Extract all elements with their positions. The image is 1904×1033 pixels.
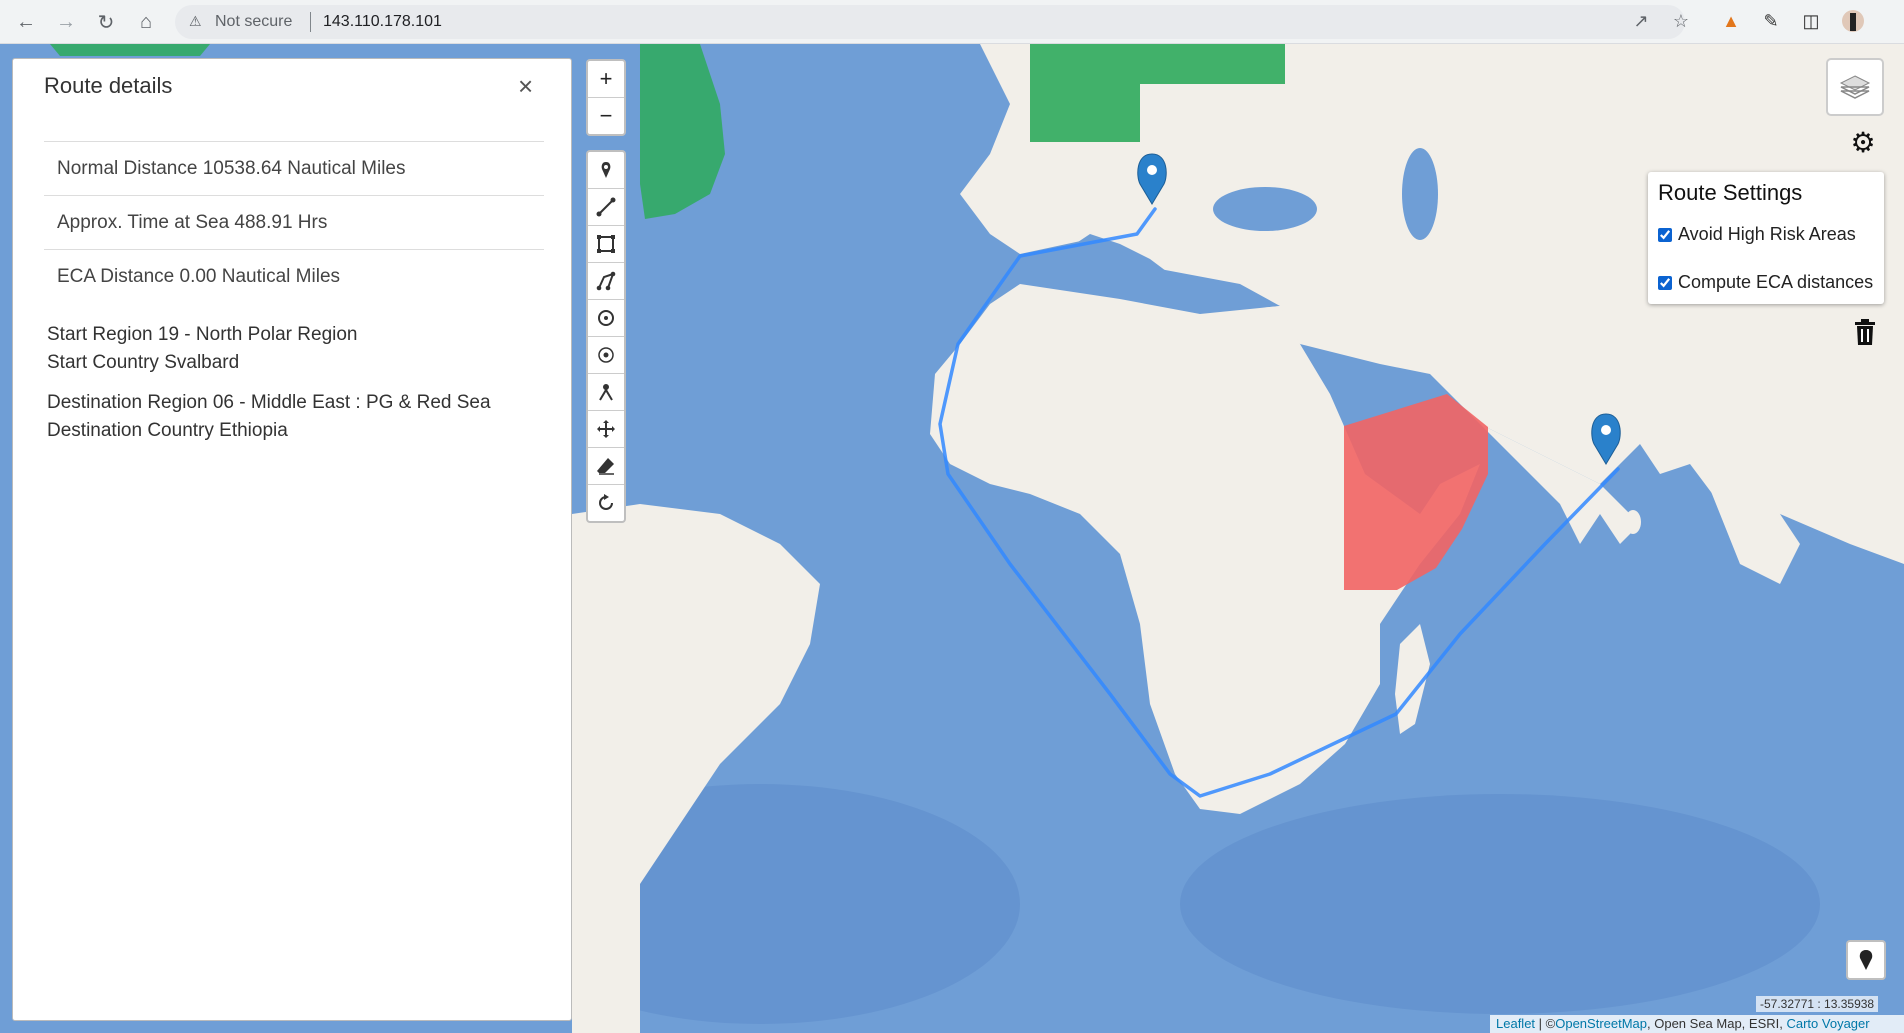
rectangle-icon[interactable] — [588, 226, 624, 263]
sidepanel-icon[interactable]: ◫ — [1798, 8, 1824, 34]
extension-fox-icon[interactable]: ▲ — [1718, 8, 1744, 34]
polygon-icon[interactable] — [588, 263, 624, 300]
carto-link[interactable]: Carto Voyager — [1786, 1016, 1869, 1031]
panel-title: Route details — [44, 73, 173, 98]
start-country: Start Country Svalbard — [47, 352, 240, 373]
circle-icon[interactable] — [588, 300, 624, 337]
locate-icon[interactable] — [1846, 940, 1886, 980]
map-attribution: Leaflet | ©OpenStreetMap, Open Sea Map, … — [1490, 1015, 1904, 1033]
destination-country: Destination Country Ethiopia — [47, 420, 288, 441]
star-icon[interactable]: ☆ — [1668, 8, 1694, 34]
eraser-icon[interactable] — [588, 448, 624, 485]
start-info: Start Region 19 - North Polar Region Sta… — [47, 321, 358, 377]
attribution-rest: , Open Sea Map, ESRI, — [1647, 1016, 1787, 1031]
attribution-separator: | © — [1535, 1016, 1556, 1031]
rotate-icon[interactable] — [588, 485, 624, 521]
browser-toolbar: ← → ↻ ⌂ ⚠ Not secure 143.110.178.101 ↗ ☆… — [0, 0, 1904, 44]
profile-icon[interactable] — [1840, 8, 1866, 34]
eca-row: ECA Distance 0.00 Nautical Miles — [44, 249, 544, 303]
home-icon[interactable]: ⌂ — [132, 8, 160, 36]
back-icon[interactable]: ← — [12, 8, 40, 36]
osm-link[interactable]: OpenStreetMap — [1555, 1016, 1647, 1031]
url-text[interactable]: 143.110.178.101 — [323, 13, 442, 31]
route-details-panel: Route details × Normal Distance 10538.64… — [12, 58, 572, 1021]
route-settings-panel: Route Settings Avoid High Risk Areas Com… — [1648, 172, 1884, 304]
close-icon[interactable]: × — [518, 71, 533, 102]
cut-icon[interactable] — [588, 374, 624, 411]
warning-icon: ⚠ — [189, 13, 202, 29]
security-label: Not secure — [215, 13, 293, 30]
polyline-icon[interactable] — [588, 189, 624, 226]
compute-eca-label: Compute ECA distances — [1678, 272, 1874, 292]
time-row: Approx. Time at Sea 488.91 Hrs — [44, 195, 544, 249]
destination-info: Destination Region 06 - Middle East : PG… — [47, 389, 491, 445]
leaflet-link[interactable]: Leaflet — [1496, 1016, 1535, 1031]
avoid-high-risk-label: Avoid High Risk Areas — [1678, 224, 1856, 244]
avoid-high-risk-option[interactable]: Avoid High Risk Areas — [1658, 224, 1856, 245]
share-icon[interactable]: ↗ — [1628, 8, 1654, 34]
zoom-out-button[interactable]: − — [588, 98, 624, 134]
zoom-control: + − — [586, 59, 626, 136]
forward-icon[interactable]: → — [52, 8, 80, 36]
compute-eca-checkbox[interactable] — [1658, 275, 1672, 290]
layers-icon[interactable] — [1826, 58, 1884, 116]
trash-icon[interactable] — [1853, 318, 1881, 348]
distance-row: Normal Distance 10538.64 Nautical Miles — [44, 141, 544, 195]
reload-icon[interactable]: ↻ — [92, 8, 120, 36]
address-bar[interactable]: ⚠ Not secure 143.110.178.101 — [175, 5, 1685, 39]
address-separator — [310, 12, 311, 32]
gear-icon[interactable]: ⚙ — [1848, 128, 1878, 158]
start-region: Start Region 19 - North Polar Region — [47, 324, 358, 345]
marker-icon[interactable] — [588, 152, 624, 189]
circlemarker-icon[interactable] — [588, 337, 624, 374]
route-settings-title: Route Settings — [1658, 180, 1803, 205]
avoid-high-risk-checkbox[interactable] — [1658, 227, 1672, 242]
compute-eca-option[interactable]: Compute ECA distances — [1658, 272, 1873, 293]
cursor-coordinates: -57.32771 : 13.35938 — [1756, 996, 1879, 1012]
destination-region: Destination Region 06 - Middle East : PG… — [47, 392, 491, 413]
zoom-in-button[interactable]: + — [588, 61, 624, 98]
extension-icon[interactable]: ✎ — [1758, 8, 1784, 34]
draw-toolbar — [586, 150, 626, 523]
move-icon[interactable] — [588, 411, 624, 448]
